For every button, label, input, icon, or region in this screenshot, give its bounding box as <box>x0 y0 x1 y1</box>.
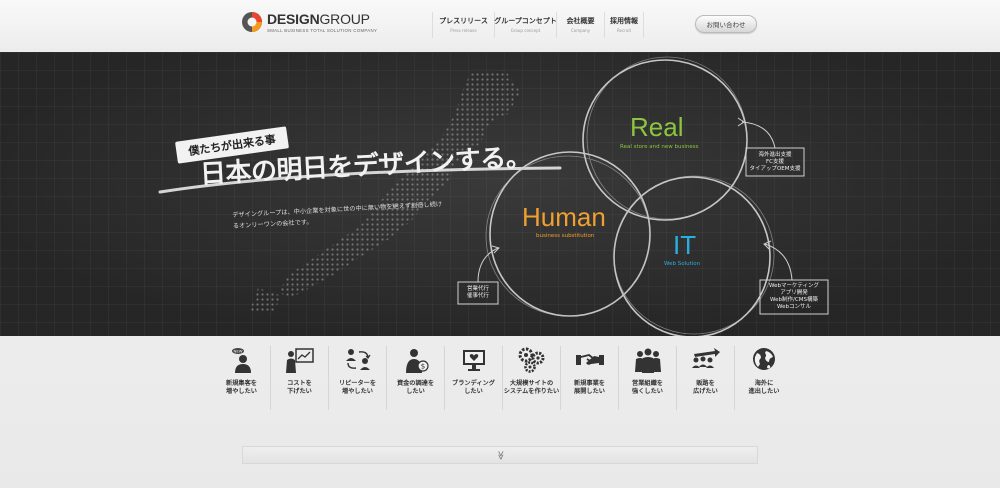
service-label: コストを 下げたい <box>287 380 312 395</box>
service-label: 資金の調達を したい <box>396 380 435 395</box>
nav-label: 会社概要 <box>566 17 595 25</box>
service-label: 新規事業を 展開したい <box>574 380 605 395</box>
svg-text:$: $ <box>420 363 424 371</box>
logo-wordmark: DESIGNGROUP <box>267 10 370 27</box>
service-menu: NEW 新規集客を 増やしたい コストを 下げたい リピーターを 増やしたい $… <box>213 346 793 410</box>
nav-sublabel: Group concept <box>510 28 541 33</box>
main-nav: プレスリリース Press release グループコンセプト Group co… <box>432 12 644 38</box>
note-line: 海外進出支援 <box>758 152 792 158</box>
repeat-users-icon <box>343 346 373 374</box>
sales-channel-icon <box>691 346 721 374</box>
nav-label: グループコンセプト <box>494 17 557 25</box>
service-sales-channel[interactable]: 販路を 広げたい <box>677 346 735 410</box>
service-large-system[interactable]: 大規模サイトの システムを作りたい <box>503 346 561 410</box>
nav-label: 採用情報 <box>610 17 638 25</box>
it-note: Webマーケティング アプリ開発 Web制作/CMS構築 Webコンサル <box>762 283 826 311</box>
real-note: 海外進出支援 FC支援 タイアップOEM支援 <box>748 152 802 173</box>
hero-banner: 僕たちが出来る事 日本の明日をデザインする。 デザイングループは、中小企業を対象… <box>0 52 1000 336</box>
service-overseas[interactable]: 海外に 進出したい <box>735 346 793 410</box>
service-fundraising[interactable]: $ 資金の調達を したい <box>387 346 445 410</box>
service-new-business[interactable]: 新規事業を 展開したい <box>561 346 619 410</box>
nav-recruit[interactable]: 採用情報 Recruit <box>604 12 644 38</box>
scroll-more-bar[interactable]: ≫ <box>242 446 758 464</box>
note-line: Webマーケティング <box>768 283 820 289</box>
service-label: 海外に 進出したい <box>748 380 780 395</box>
service-reduce-cost[interactable]: コストを 下げたい <box>271 346 329 410</box>
service-sales-org[interactable]: 営業組織を 強くしたい <box>619 346 677 410</box>
human-note: 営業代行 催事代行 <box>460 286 496 300</box>
nav-sublabel: Recruit <box>616 28 632 33</box>
service-label: 営業組織を 強くしたい <box>632 380 663 395</box>
site-logo[interactable]: DESIGNGROUP SMALL BUSINESS TOTAL SOLUTIO… <box>241 11 377 33</box>
note-line: Web制作/CMS構築 <box>770 297 818 303</box>
nav-group-concept[interactable]: グループコンセプト Group concept <box>494 12 557 38</box>
service-label: 大規模サイトの システムを作りたい <box>503 380 560 395</box>
service-label: 販路を 広げたい <box>693 380 718 395</box>
contact-button[interactable]: お問い合わせ <box>695 15 757 33</box>
nav-company[interactable]: 会社概要 Company <box>556 12 604 38</box>
presentation-chart-icon <box>285 346 315 374</box>
human-subtitle: business substitution <box>536 233 595 239</box>
note-line: 催事代行 <box>466 293 489 299</box>
nav-press-release[interactable]: プレスリリース Press release <box>432 12 494 38</box>
note-line: アプリ開発 <box>780 290 808 296</box>
globe-icon <box>749 346 779 374</box>
note-line: FC支援 <box>765 159 784 165</box>
real-title: Real <box>630 112 684 142</box>
nav-sublabel: Company <box>570 28 591 33</box>
service-label: リピーターを 増やしたい <box>338 380 377 395</box>
nav-label: プレスリリース <box>439 17 488 25</box>
hero-illustration <box>158 56 829 336</box>
gears-icon <box>517 346 547 374</box>
service-branding[interactable]: ブランディング したい <box>445 346 503 410</box>
nav-sublabel: Press release <box>450 28 477 33</box>
service-new-customers[interactable]: NEW 新規集客を 増やしたい <box>213 346 271 410</box>
service-label: 新規集客を 増やしたい <box>226 380 257 395</box>
real-subtitle: Real store and new business <box>620 144 699 150</box>
money-person-icon: $ <box>401 346 431 374</box>
site-header: DESIGNGROUP SMALL BUSINESS TOTAL SOLUTIO… <box>0 0 1000 52</box>
team-icon <box>633 346 663 374</box>
note-line: 営業代行 <box>466 286 489 292</box>
double-chevron-down-icon: ≫ <box>495 450 506 460</box>
handshake-icon <box>575 346 605 374</box>
logo-tagline: SMALL BUSINESS TOTAL SOLUTION COMPANY <box>267 27 378 33</box>
note-line: Webコンサル <box>777 304 811 310</box>
it-subtitle: Web Solution <box>664 261 701 267</box>
human-title: Human <box>522 202 606 232</box>
monitor-heart-icon <box>459 346 489 374</box>
service-label: ブランディング したい <box>452 380 495 395</box>
logo-mark-icon <box>241 11 263 33</box>
new-badge-text: NEW <box>233 349 242 354</box>
service-repeaters[interactable]: リピーターを 増やしたい <box>329 346 387 410</box>
japan-map-icon <box>250 70 520 314</box>
note-line: タイアップOEM支援 <box>749 166 801 172</box>
it-title: IT <box>673 230 697 260</box>
new-customer-icon: NEW <box>227 346 257 374</box>
